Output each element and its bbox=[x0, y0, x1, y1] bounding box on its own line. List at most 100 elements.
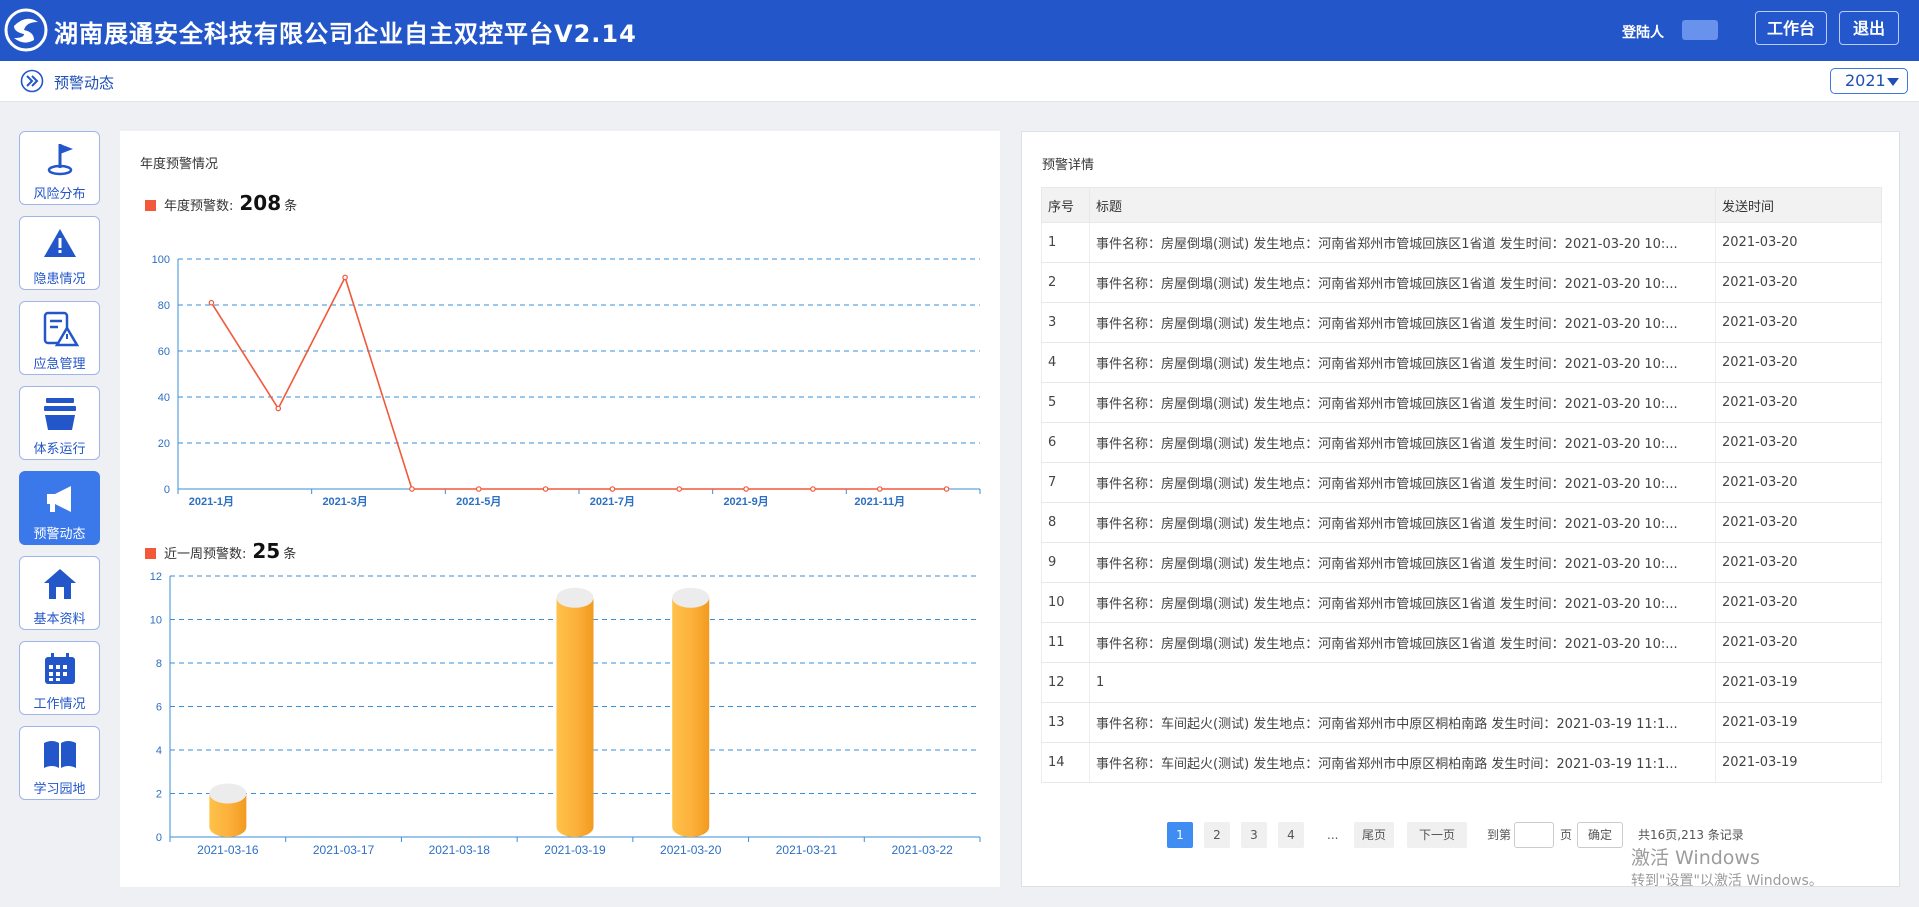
table-cell-title: 事件名称：房屋倒塌(测试) 发生地点：河南省郑州市管城回族区1省道 发生时间：2… bbox=[1089, 462, 1716, 503]
last-page-button[interactable]: 尾页 bbox=[1354, 822, 1394, 848]
data-point bbox=[409, 486, 415, 492]
table-cell-no: 1 bbox=[1041, 222, 1090, 263]
data-point bbox=[208, 299, 215, 306]
sidebar-item-basic[interactable]: 基本资料 bbox=[19, 556, 100, 630]
table-row[interactable]: 3 事件名称：房屋倒塌(测试) 发生地点：河南省郑州市管城回族区1省道 发生时间：… bbox=[1041, 302, 1882, 343]
data-point bbox=[542, 486, 549, 492]
sidebar-item-work[interactable]: 工作情况 bbox=[19, 641, 100, 715]
table-cell-no: 14 bbox=[1041, 742, 1090, 783]
table-cell-time: 2021-03-20 bbox=[1715, 262, 1882, 303]
legend-square-icon bbox=[145, 548, 156, 559]
table-row[interactable]: 12 1 2021-03-19 bbox=[1041, 662, 1882, 703]
table-row[interactable]: 7 事件名称：房屋倒塌(测试) 发生地点：河南省郑州市管城回族区1省道 发生时间：… bbox=[1041, 462, 1882, 503]
table-cell-time: 2021-03-19 bbox=[1715, 662, 1882, 703]
bar-body bbox=[556, 597, 594, 837]
y-tick-label: 40 bbox=[158, 392, 170, 404]
page-button-3[interactable]: 3 bbox=[1241, 822, 1267, 848]
y-tick-label: 4 bbox=[156, 745, 162, 757]
bar-top bbox=[209, 783, 247, 804]
data-point bbox=[810, 486, 816, 492]
next-page-button[interactable]: 下一页 bbox=[1407, 822, 1467, 848]
login-username-blurred bbox=[1682, 20, 1718, 40]
flag-icon bbox=[47, 144, 73, 176]
activation-watermark-hint: 转到"设置"以激活 Windows。 bbox=[1631, 873, 1823, 889]
table-row[interactable]: 10 事件名称：房屋倒塌(测试) 发生地点：河南省郑州市管城回族区1省道 发生时间… bbox=[1041, 582, 1882, 623]
page-ellipsis: ... bbox=[1327, 828, 1339, 842]
table-cell-time: 2021-03-20 bbox=[1715, 542, 1882, 583]
table-cell-no: 6 bbox=[1041, 422, 1090, 463]
weekly-warning-metric: 近一周预警数: 25 条 bbox=[145, 539, 296, 563]
table-cell-no: 12 bbox=[1041, 662, 1090, 703]
page-button-4[interactable]: 4 bbox=[1278, 822, 1304, 848]
y-tick-label: 8 bbox=[156, 658, 162, 670]
sidebar-item-study[interactable]: 学习园地 bbox=[19, 726, 100, 800]
page-button-1[interactable]: 1 bbox=[1167, 822, 1193, 848]
y-tick-label: 10 bbox=[150, 615, 162, 627]
x-tick-label: 2021-03-22 bbox=[891, 843, 953, 857]
activation-watermark-title: 激活 Windows bbox=[1631, 847, 1760, 869]
goto-confirm-button[interactable]: 确定 bbox=[1577, 822, 1623, 848]
login-label: 登陆人 bbox=[1622, 25, 1664, 41]
x-tick-label: 2021-03-20 bbox=[660, 843, 722, 857]
x-tick-label: 2021-03-21 bbox=[776, 843, 838, 857]
table-cell-time: 2021-03-20 bbox=[1715, 342, 1882, 383]
book-icon bbox=[44, 741, 76, 768]
sidebar-item-emergency[interactable]: 应急管理 bbox=[19, 301, 100, 375]
page-button-2[interactable]: 2 bbox=[1204, 822, 1230, 848]
column-header: 标题 bbox=[1089, 187, 1716, 223]
sidebar-item-warning[interactable]: 预警动态 bbox=[19, 471, 100, 545]
weekly-warning-unit: 条 bbox=[283, 547, 297, 562]
year-select[interactable]: 2021 bbox=[1830, 68, 1908, 94]
table-cell-title: 事件名称：房屋倒塌(测试) 发生地点：河南省郑州市管城回族区1省道 发生时间：2… bbox=[1089, 262, 1716, 303]
table-row[interactable]: 14 事件名称：车间起火(测试) 发生地点：河南省郑州市中原区桐柏南路 发生时间：… bbox=[1041, 742, 1882, 783]
sidebar-item-risk[interactable]: 风险分布 bbox=[19, 131, 100, 205]
table-row[interactable]: 1 事件名称：房屋倒塌(测试) 发生地点：河南省郑州市管城回族区1省道 发生时间：… bbox=[1041, 222, 1882, 263]
y-tick-label: 60 bbox=[158, 346, 170, 358]
x-tick-label: 2021-11月 bbox=[854, 495, 905, 508]
breadcrumb-bar: 预警动态 2021 bbox=[0, 61, 1919, 102]
warning-table: 序号 标题 发送时间 1 事件名称：房屋倒塌(测试) 发生地点：河南省郑州市管城回… bbox=[1041, 187, 1882, 783]
panel-title: 年度预警情况 bbox=[140, 157, 219, 172]
table-row[interactable]: 9 事件名称：房屋倒塌(测试) 发生地点：河南省郑州市管城回族区1省道 发生时间：… bbox=[1041, 542, 1882, 583]
sidebar-item-label: 隐患情况 bbox=[33, 272, 86, 287]
table-cell-time: 2021-03-20 bbox=[1715, 382, 1882, 423]
table-row[interactable]: 11 事件名称：房屋倒塌(测试) 发生地点：河南省郑州市管城回族区1省道 发生时间… bbox=[1041, 622, 1882, 663]
table-row[interactable]: 2 事件名称：房屋倒塌(测试) 发生地点：河南省郑州市管城回族区1省道 发生时间：… bbox=[1041, 262, 1882, 303]
table-row[interactable]: 8 事件名称：房屋倒塌(测试) 发生地点：河南省郑州市管城回族区1省道 发生时间：… bbox=[1041, 502, 1882, 543]
table-row[interactable]: 5 事件名称：房屋倒塌(测试) 发生地点：河南省郑州市管城回族区1省道 发生时间：… bbox=[1041, 382, 1882, 423]
data-point bbox=[676, 486, 683, 492]
table-cell-time: 2021-03-20 bbox=[1715, 422, 1882, 463]
goto-page-input[interactable] bbox=[1514, 822, 1554, 848]
table-cell-title: 事件名称：车间起火(测试) 发生地点：河南省郑州市中原区桐柏南路 发生时间：20… bbox=[1089, 742, 1716, 783]
data-point bbox=[609, 486, 616, 492]
table-cell-time: 2021-03-20 bbox=[1715, 302, 1882, 343]
sidebar-item-system[interactable]: 体系运行 bbox=[19, 386, 100, 460]
table-cell-time: 2021-03-20 bbox=[1715, 582, 1882, 623]
sidebar-item-hazard[interactable]: 隐患情况 bbox=[19, 216, 100, 290]
weekly-warning-count: 25 bbox=[252, 539, 281, 563]
table-cell-no: 13 bbox=[1041, 702, 1090, 743]
workbench-button[interactable]: 工作台 bbox=[1755, 11, 1827, 45]
column-header: 发送时间 bbox=[1715, 187, 1882, 223]
x-tick-label: 2021-03-18 bbox=[429, 843, 491, 857]
warning-detail-panel: 预警详情 序号 标题 发送时间 1 事件名称：房屋倒塌(测试) 发生地点：河南省郑… bbox=[1021, 131, 1900, 887]
bar bbox=[556, 587, 594, 837]
table-cell-time: 2021-03-19 bbox=[1715, 742, 1882, 783]
logout-button[interactable]: 退出 bbox=[1839, 11, 1899, 45]
y-tick-label: 6 bbox=[156, 702, 162, 714]
pagination: 1 2 3 4 ... 尾页 下一页 到第 页 确定 共16页,213 条记录 bbox=[1022, 822, 1901, 848]
sidebar-item-label: 体系运行 bbox=[33, 442, 86, 457]
table-cell-time: 2021-03-20 bbox=[1715, 622, 1882, 663]
x-tick-label: 2021-5月 bbox=[456, 495, 501, 508]
table-cell-time: 2021-03-19 bbox=[1715, 702, 1882, 743]
table-row[interactable]: 6 事件名称：房屋倒塌(测试) 发生地点：河南省郑州市管城回族区1省道 发生时间：… bbox=[1041, 422, 1882, 463]
table-row[interactable]: 4 事件名称：房屋倒塌(测试) 发生地点：河南省郑州市管城回族区1省道 发生时间：… bbox=[1041, 342, 1882, 383]
table-row[interactable]: 13 事件名称：车间起火(测试) 发生地点：河南省郑州市中原区桐柏南路 发生时间：… bbox=[1041, 702, 1882, 743]
table-cell-title: 事件名称：房屋倒塌(测试) 发生地点：河南省郑州市管城回族区1省道 发生时间：2… bbox=[1089, 342, 1716, 383]
stack-icon bbox=[44, 398, 76, 430]
x-tick-label: 2021-03-19 bbox=[544, 843, 606, 857]
annual-warning-label: 年度预警数: bbox=[164, 199, 234, 214]
table-cell-time: 2021-03-20 bbox=[1715, 222, 1882, 263]
table-cell-no: 5 bbox=[1041, 382, 1090, 423]
bar-top bbox=[672, 587, 710, 608]
